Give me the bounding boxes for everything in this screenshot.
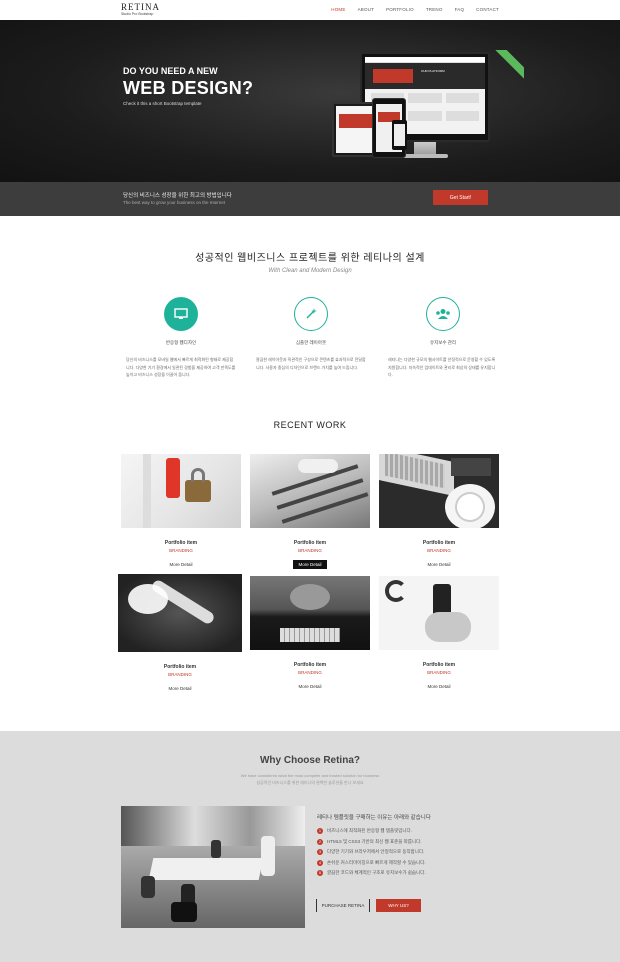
service-label: 유지보수 관리	[429, 340, 457, 345]
portfolio-item: Portfolio item BRANDING More Detail	[379, 576, 499, 693]
nav-about[interactable]: ABOUT	[358, 7, 375, 12]
reason-text: 깔끔한 코드와 체계적인 구조로 유지보수가 쉽습니다.	[327, 870, 426, 876]
portfolio-category: BRANDING	[298, 670, 322, 675]
portfolio-category: BRANDING	[169, 548, 193, 553]
monitor-icon	[164, 297, 198, 331]
service-layout: 심플한 레이아웃 깔끔한 레이아웃과 직관적인 구성으로 콘텐츠를 효과적으로 …	[256, 297, 366, 371]
why-choose-section: Why Choose Retina? We have considered wh…	[0, 731, 620, 962]
logo-title: RETINA	[121, 2, 160, 12]
service-label: 심플한 레이아웃	[295, 340, 327, 345]
service-label: 반응형 웹디자인	[165, 340, 197, 345]
list-item: 2 HTML5 및 CSS3 기반의 최신 웹 표준을 따릅니다.	[317, 837, 426, 848]
number-badge-icon: 5	[317, 870, 323, 877]
portfolio-category: BRANDING	[427, 670, 451, 675]
nav-portfolio[interactable]: PORTFOLIO	[386, 7, 414, 12]
more-detail-button[interactable]: More Detail	[422, 682, 455, 691]
service-text: 레티나는 다양한 규모의 웹사이트를 안정적으로 운영할 수 있도록 지원합니다…	[388, 357, 496, 377]
why-subtitle-en: We have considered what the most complet…	[240, 773, 380, 778]
why-subtitle-ko: 성공적인 비즈니스를 위한 레티나의 완벽한 솔루션을 만나 보세요	[256, 780, 364, 785]
main-nav: HOME ABOUT PORTFOLIO TRENO FAQ CONTACT	[331, 7, 499, 12]
why-list-title: 레티나 템플릿을 구매하는 이유는 아래와 같습니다	[317, 815, 431, 821]
number-badge-icon: 1	[317, 828, 323, 835]
office-meeting-image	[121, 806, 305, 928]
service-responsive: 반응형 웹디자인 당신의 비즈니스를 모바일 웹에서 빠르게 최적화된 형태로 …	[126, 297, 236, 379]
why-us-button[interactable]: WHY US?	[376, 899, 421, 912]
more-detail-button[interactable]: More Detail	[164, 560, 197, 569]
nav-treno[interactable]: TRENO	[426, 7, 443, 12]
portfolio-item: Portfolio item BRANDING More Detail	[121, 454, 241, 571]
portfolio-name: Portfolio item	[163, 664, 197, 670]
magic-wand-icon	[294, 297, 328, 331]
services-title: 성공적인 웹비즈니스 프로젝트를 위한 레티나의 설계	[195, 253, 425, 264]
hero-title: WEB DESIGN?	[123, 78, 254, 98]
list-item: 5 깔끔한 코드와 체계적인 구조로 유지보수가 쉽습니다.	[317, 868, 426, 879]
list-item: 3 다양한 기기와 브라우저에서 안정적으로 동작합니다.	[317, 847, 426, 858]
purchase-retina-button[interactable]: PURCHASE RETINA	[316, 899, 370, 912]
more-detail-button[interactable]: More Detail	[422, 560, 455, 569]
device-screen-text: OUR PLATFORM	[421, 69, 445, 73]
reason-text: HTML5 및 CSS3 기반의 최신 웹 표준을 따릅니다.	[327, 838, 422, 844]
cta-bar: 당신의 비즈니스 성장을 위한 최고의 방법입니다 The best way t…	[0, 182, 620, 216]
more-detail-button[interactable]: More Detail	[293, 682, 326, 691]
service-text: 당신의 비즈니스를 모바일 웹에서 빠르게 최적화된 형태로 제공합니다. 다양…	[126, 357, 236, 377]
portfolio-item: Portfolio item BRANDING More Detail	[250, 454, 370, 571]
services-subtitle: With Clean and Modern Design	[268, 268, 352, 274]
portfolio-name: Portfolio item	[164, 540, 198, 546]
service-maintenance: 유지보수 관리 레티나는 다양한 규모의 웹사이트를 안정적으로 운영할 수 있…	[388, 297, 498, 379]
hero-kicker: DO YOU NEED A NEW	[123, 66, 218, 76]
why-reasons-list: 1 비즈니스에 최적화된 반응형 웹 템플릿입니다. 2 HTML5 및 CSS3 …	[317, 826, 426, 879]
more-detail-button[interactable]: More Detail	[163, 684, 196, 693]
portfolio-image-rolling-pin[interactable]	[118, 574, 242, 652]
portfolio-name: Portfolio item	[293, 662, 327, 668]
reason-text: 손쉬운 커스터마이징으로 빠르게 제작할 수 있습니다.	[327, 859, 426, 865]
service-text: 깔끔한 레이아웃과 직관적인 구성으로 콘텐츠를 효과적으로 전달합니다. 사용…	[256, 357, 366, 370]
number-badge-icon: 3	[317, 849, 323, 856]
nav-faq[interactable]: FAQ	[455, 7, 465, 12]
logo-subtitle: Studio Pro Bootstrap	[121, 12, 154, 16]
portfolio-image-phone[interactable]	[379, 576, 499, 650]
why-title: Why Choose Retina?	[259, 755, 360, 766]
devices-mockup-image: OUR PLATFORM	[332, 50, 524, 165]
portfolio-category: BRANDING	[298, 548, 322, 553]
users-icon	[426, 297, 460, 331]
recent-work-title: RECENT WORK	[273, 420, 347, 430]
logo[interactable]: RETINA Studio Pro Bootstrap	[121, 2, 160, 17]
reason-text: 비즈니스에 최적화된 반응형 웹 템플릿입니다.	[327, 828, 412, 834]
portfolio-item: Portfolio item BRANDING More Detail	[379, 454, 499, 571]
reason-text: 다양한 기기와 브라우저에서 안정적으로 동작합니다.	[327, 849, 425, 855]
portfolio-name: Portfolio item	[422, 662, 456, 668]
portfolio-image-keyboard[interactable]	[250, 576, 370, 650]
hero-banner: DO YOU NEED A NEW WEB DESIGN? Check it t…	[0, 20, 620, 182]
number-badge-icon: 2	[317, 838, 323, 845]
nav-home[interactable]: HOME	[331, 7, 345, 12]
hero-description: Check it this a short Bootstrap template	[123, 101, 202, 106]
portfolio-name: Portfolio item	[293, 540, 327, 546]
portfolio-item: Portfolio item BRANDING More Detail	[118, 574, 242, 695]
list-item: 4 손쉬운 커스터마이징으로 빠르게 제작할 수 있습니다.	[317, 858, 426, 869]
portfolio-image-laptop[interactable]	[379, 454, 499, 528]
portfolio-name: Portfolio item	[422, 540, 456, 546]
portfolio-category: BRANDING	[168, 672, 192, 677]
portfolio-item: Portfolio item BRANDING More Detail	[250, 576, 370, 693]
list-item: 1 비즈니스에 최적화된 반응형 웹 템플릿입니다.	[317, 826, 426, 837]
portfolio-category: BRANDING	[427, 548, 451, 553]
portfolio-image-abacus[interactable]	[250, 454, 370, 528]
site-header: RETINA Studio Pro Bootstrap HOME ABOUT P…	[0, 0, 620, 20]
number-badge-icon: 4	[317, 859, 323, 866]
phone-mockup	[392, 120, 407, 150]
cta-headline: 당신의 비즈니스 성장을 위한 최고의 방법입니다	[123, 193, 232, 199]
get-start-button[interactable]: Get Start!	[433, 190, 488, 205]
nav-contact[interactable]: CONTACT	[476, 7, 499, 12]
more-detail-button[interactable]: More Detail	[293, 560, 327, 569]
portfolio-image-lock[interactable]	[121, 454, 241, 528]
cta-subline: The best way to grow your business on th…	[123, 200, 226, 205]
